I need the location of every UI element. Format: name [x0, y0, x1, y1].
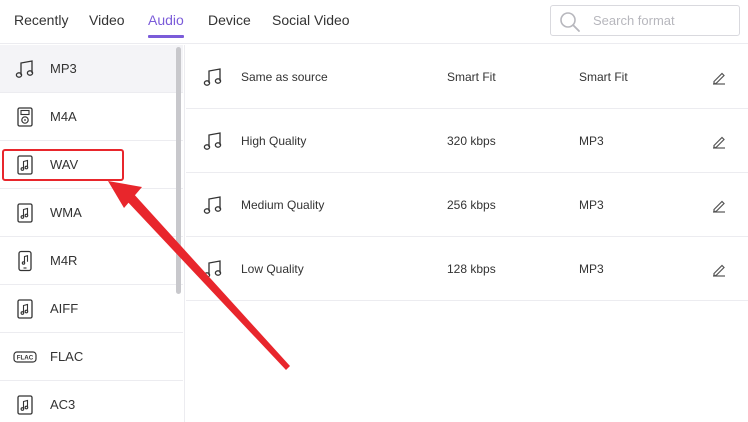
- tab-device[interactable]: Device: [208, 12, 251, 28]
- format-item-m4a[interactable]: M4A: [0, 93, 183, 141]
- preset-name: High Quality: [241, 134, 307, 148]
- preset-row-same-as-source[interactable]: Same as source Smart Fit Smart Fit: [186, 45, 748, 109]
- flac-icon: FLAC: [13, 351, 37, 363]
- search-icon: [560, 12, 580, 32]
- phone-music-icon: [18, 250, 32, 272]
- edit-icon[interactable]: [711, 69, 727, 85]
- tab-recently[interactable]: Recently: [14, 12, 68, 28]
- preset-format: MP3: [579, 198, 604, 212]
- format-item-wma[interactable]: WMA: [0, 189, 183, 237]
- music-note-icon: [203, 68, 222, 86]
- preset-name: Low Quality: [241, 262, 304, 276]
- music-note-icon: [15, 60, 34, 78]
- format-item-m4r[interactable]: M4R: [0, 237, 183, 285]
- music-file-icon: [17, 299, 33, 319]
- preset-bitrate: Smart Fit: [447, 70, 496, 84]
- format-label: M4R: [50, 253, 78, 268]
- tab-social-video[interactable]: Social Video: [272, 12, 350, 28]
- music-file-icon: [17, 395, 33, 415]
- preset-format: MP3: [579, 134, 604, 148]
- preset-row-medium-quality[interactable]: Medium Quality 256 kbps MP3: [186, 173, 748, 237]
- format-item-wav[interactable]: WAV: [0, 141, 183, 189]
- format-label: MP3: [50, 61, 77, 76]
- preset-name: Same as source: [241, 70, 328, 84]
- format-item-mp3[interactable]: MP3: [0, 45, 183, 93]
- format-item-aiff[interactable]: AIFF: [0, 285, 183, 333]
- preset-bitrate: 256 kbps: [447, 198, 496, 212]
- music-note-icon: [203, 260, 222, 278]
- format-label: AIFF: [50, 301, 79, 316]
- format-label: M4A: [50, 109, 77, 124]
- preset-bitrate: 320 kbps: [447, 134, 496, 148]
- preset-format: Smart Fit: [579, 70, 628, 84]
- search-box[interactable]: [550, 5, 740, 36]
- svg-text:FLAC: FLAC: [17, 355, 34, 362]
- tab-audio[interactable]: Audio: [148, 12, 184, 38]
- preset-format: MP3: [579, 262, 604, 276]
- ipod-icon: [17, 107, 33, 127]
- tab-video[interactable]: Video: [89, 12, 125, 28]
- sidebar-scrollbar[interactable]: [176, 47, 181, 294]
- edit-icon[interactable]: [711, 133, 727, 149]
- format-label: WMA: [50, 205, 82, 220]
- format-category-tabs: Recently Video Audio Device Social Video: [0, 0, 748, 44]
- music-file-icon: [17, 203, 33, 223]
- format-list: MP3 M4A WAV WMA M4R AIFF FLAC FLAC AC3: [0, 45, 185, 422]
- music-note-icon: [203, 196, 222, 214]
- preset-name: Medium Quality: [241, 198, 325, 212]
- format-label: AC3: [50, 397, 76, 412]
- music-file-icon: [17, 155, 33, 175]
- format-item-ac3[interactable]: AC3: [0, 381, 183, 422]
- format-label: FLAC: [50, 349, 84, 364]
- edit-icon[interactable]: [711, 261, 727, 277]
- preset-row-low-quality[interactable]: Low Quality 128 kbps MP3: [186, 237, 748, 301]
- preset-row-high-quality[interactable]: High Quality 320 kbps MP3: [186, 109, 748, 173]
- search-input[interactable]: [593, 6, 733, 35]
- preset-bitrate: 128 kbps: [447, 262, 496, 276]
- music-note-icon: [203, 132, 222, 150]
- format-item-flac[interactable]: FLAC FLAC: [0, 333, 183, 381]
- edit-icon[interactable]: [711, 197, 727, 213]
- format-label: WAV: [50, 157, 79, 172]
